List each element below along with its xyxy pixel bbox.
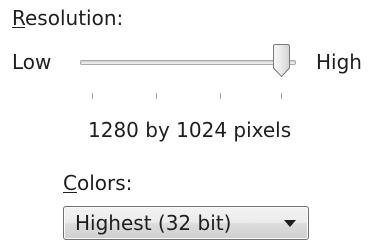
slider-tick xyxy=(281,93,282,99)
resolution-label-rest: esolution: xyxy=(25,6,124,30)
resolution-slider-thumb[interactable] xyxy=(272,44,291,78)
slider-tick xyxy=(156,93,157,99)
resolution-slider-track[interactable] xyxy=(80,60,296,65)
resolution-label-mnemonic: R xyxy=(12,6,25,30)
colors-dropdown-value: Highest (32 bit) xyxy=(75,211,232,235)
resolution-label: Resolution: xyxy=(12,5,123,31)
low-label: Low xyxy=(12,50,52,74)
high-label: High xyxy=(316,50,362,74)
resolution-value-text: 1280 by 1024 pixels xyxy=(88,118,292,142)
chevron-down-icon xyxy=(284,220,296,227)
colors-dropdown[interactable]: Highest (32 bit) xyxy=(63,206,309,240)
colors-label-rest: olors: xyxy=(76,171,133,195)
slider-tick xyxy=(220,93,221,99)
slider-tick xyxy=(92,93,93,99)
colors-label: Colors: xyxy=(63,170,132,196)
colors-label-mnemonic: C xyxy=(63,171,77,195)
